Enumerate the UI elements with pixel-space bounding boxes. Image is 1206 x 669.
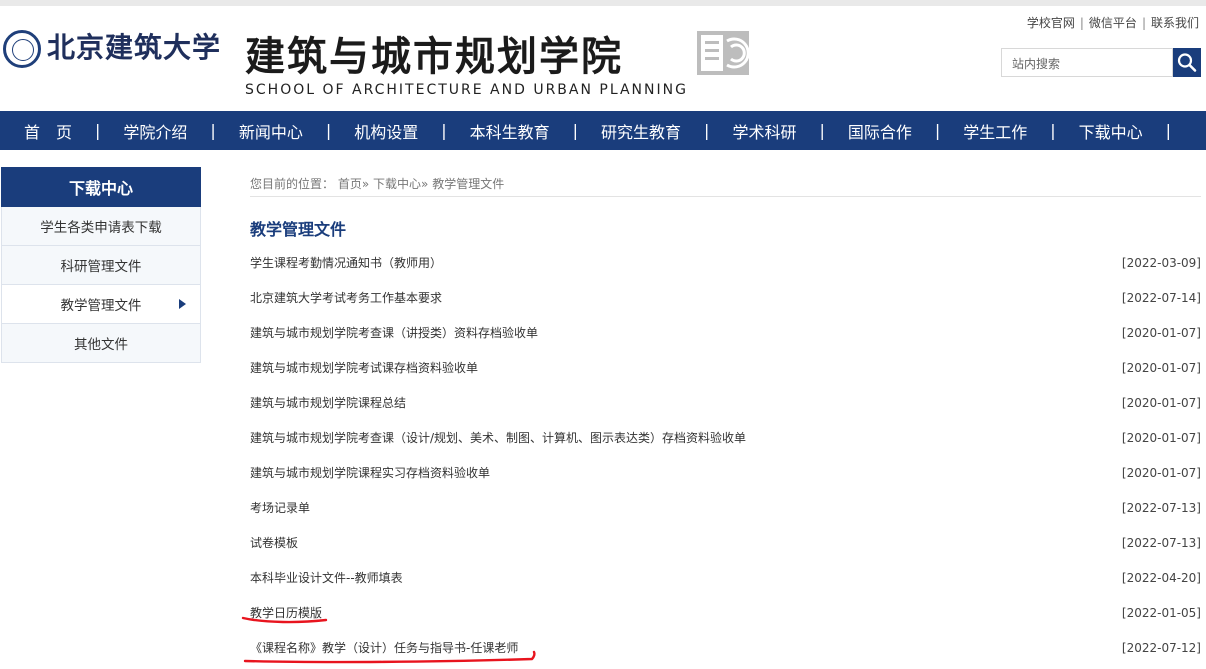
- site-header: 北京建筑大学 建筑与城市规划学院 SCHOOL OF ARCHITECTURE …: [0, 0, 1206, 111]
- page-title: 教学管理文件: [250, 220, 347, 239]
- file-date: [2022-04-20]: [1121, 570, 1201, 585]
- school-name-cn[interactable]: 建筑与城市规划学院: [245, 24, 623, 82]
- sidebar-item-label: 科研管理文件: [60, 259, 142, 275]
- active-arrow-icon: [179, 299, 186, 309]
- sidebar-item-student-forms[interactable]: 学生各类申请表下载: [1, 207, 201, 246]
- file-link[interactable]: 本科毕业设计文件--教师填表: [250, 569, 403, 586]
- file-link[interactable]: 学生课程考勤情况通知书（教师用）: [250, 254, 442, 271]
- breadcrumb: 您目前的位置： 首页» 下载中心» 教学管理文件: [250, 167, 1201, 197]
- file-link[interactable]: 建筑与城市规划学院考查课（设计/规划、美术、制图、计算机、图示表达类）存档资料验…: [250, 429, 746, 446]
- nav-item-news[interactable]: 新闻中心: [239, 119, 303, 143]
- file-date: [2022-07-12]: [1121, 640, 1201, 655]
- school-name-en: SCHOOL OF ARCHITECTURE AND URBAN PLANNIN…: [245, 82, 688, 98]
- list-item: 教学日历模版 [2022-01-05]: [250, 595, 1201, 630]
- breadcrumb-prefix: 您目前的位置：: [250, 177, 335, 191]
- list-item: 建筑与城市规划学院考查课（讲授类）资料存档验收单 [2020-01-07]: [250, 315, 1201, 350]
- university-seal-icon[interactable]: [3, 30, 41, 68]
- file-date: [2022-07-14]: [1121, 290, 1201, 305]
- list-item: 试卷模板 [2022-07-13]: [250, 525, 1201, 560]
- breadcrumb-home[interactable]: 首页: [338, 177, 362, 191]
- search-input[interactable]: 站内搜索: [1001, 48, 1173, 77]
- file-date: [2022-07-13]: [1121, 500, 1201, 515]
- list-item: 学生课程考勤情况通知书（教师用） [2022-03-09]: [250, 245, 1201, 280]
- file-date: [2020-01-07]: [1121, 325, 1201, 340]
- list-item: 建筑与城市规划学院考试课存档资料验收单 [2020-01-07]: [250, 350, 1201, 385]
- nav-item-graduate[interactable]: 研究生教育: [601, 119, 681, 143]
- file-date: [2020-01-07]: [1121, 465, 1201, 480]
- sidebar-item-research-files[interactable]: 科研管理文件: [1, 246, 201, 285]
- sidebar-item-label: 教学管理文件: [60, 298, 142, 314]
- breadcrumb-separator: »: [361, 177, 370, 191]
- school-emblem-icon: [697, 31, 749, 75]
- file-date: [2022-03-09]: [1121, 255, 1201, 270]
- file-link[interactable]: 北京建筑大学考试考务工作基本要求: [250, 289, 442, 306]
- sidebar-item-other-files[interactable]: 其他文件: [1, 324, 201, 363]
- file-date: [2022-07-13]: [1121, 535, 1201, 550]
- list-item: 建筑与城市规划学院考查课（设计/规划、美术、制图、计算机、图示表达类）存档资料验…: [250, 420, 1201, 455]
- nav-item-student-affairs[interactable]: 学生工作: [963, 119, 1027, 143]
- sidebar-item-teaching-files[interactable]: 教学管理文件: [1, 285, 201, 324]
- nav-item-research[interactable]: 学术科研: [732, 119, 796, 143]
- file-date: [2020-01-07]: [1121, 360, 1201, 375]
- search-icon: [1177, 53, 1197, 72]
- main-content: 您目前的位置： 首页» 下载中心» 教学管理文件 教学管理文件 学生课程考勤情况…: [250, 167, 1201, 665]
- breadcrumb-teaching-files[interactable]: 教学管理文件: [432, 177, 504, 191]
- nav-item-organization[interactable]: 机构设置: [354, 119, 418, 143]
- top-link-official-site[interactable]: 学校官网: [1027, 16, 1075, 30]
- sidebar-item-label: 学生各类申请表下载: [40, 220, 162, 236]
- file-link[interactable]: 建筑与城市规划学院课程实习存档资料验收单: [250, 464, 490, 481]
- search-button[interactable]: [1173, 48, 1201, 77]
- file-link[interactable]: 建筑与城市规划学院考查课（讲授类）资料存档验收单: [250, 324, 538, 341]
- university-name[interactable]: 北京建筑大学: [47, 26, 221, 66]
- top-link-wechat[interactable]: 微信平台: [1089, 16, 1137, 30]
- file-date: [2020-01-07]: [1121, 395, 1201, 410]
- nav-item-downloads[interactable]: 下载中心: [1079, 119, 1143, 143]
- nav-item-international[interactable]: 国际合作: [848, 119, 912, 143]
- sidebar: 下载中心 学生各类申请表下载 科研管理文件 教学管理文件 其他文件: [1, 167, 201, 363]
- breadcrumb-separator: »: [421, 177, 429, 191]
- breadcrumb-downloads[interactable]: 下载中心: [373, 177, 421, 191]
- list-item: 本科毕业设计文件--教师填表 [2022-04-20]: [250, 560, 1201, 595]
- sidebar-title: 下载中心: [1, 167, 201, 207]
- main-nav: 首 页 | 学院介绍 | 新闻中心 | 机构设置 | 本科生教育 | 研究生教育 | 学术科…: [0, 111, 1206, 150]
- list-item: 北京建筑大学考试考务工作基本要求 [2022-07-14]: [250, 280, 1201, 315]
- file-link[interactable]: 建筑与城市规划学院考试课存档资料验收单: [250, 359, 478, 376]
- red-underline-annotation: [241, 616, 328, 624]
- red-underline-annotation: [243, 650, 536, 664]
- file-link[interactable]: 试卷模板: [250, 534, 298, 551]
- nav-item-home[interactable]: 首 页: [24, 119, 72, 143]
- file-date: [2022-01-05]: [1121, 605, 1201, 620]
- top-links: 学校官网 | 微信平台 | 联系我们: [1026, 16, 1199, 30]
- file-link[interactable]: 考场记录单: [250, 499, 310, 516]
- nav-item-undergraduate[interactable]: 本科生教育: [470, 119, 550, 143]
- file-list: 学生课程考勤情况通知书（教师用） [2022-03-09] 北京建筑大学考试考务…: [250, 245, 1201, 665]
- list-item: 考场记录单 [2022-07-13]: [250, 490, 1201, 525]
- file-date: [2020-01-07]: [1121, 430, 1201, 445]
- list-item: 建筑与城市规划学院课程总结 [2020-01-07]: [250, 385, 1201, 420]
- top-link-contact[interactable]: 联系我们: [1151, 16, 1199, 30]
- nav-item-about[interactable]: 学院介绍: [123, 119, 187, 143]
- list-item: 建筑与城市规划学院课程实习存档资料验收单 [2020-01-07]: [250, 455, 1201, 490]
- sidebar-item-label: 其他文件: [74, 337, 128, 353]
- file-link[interactable]: 建筑与城市规划学院课程总结: [250, 394, 406, 411]
